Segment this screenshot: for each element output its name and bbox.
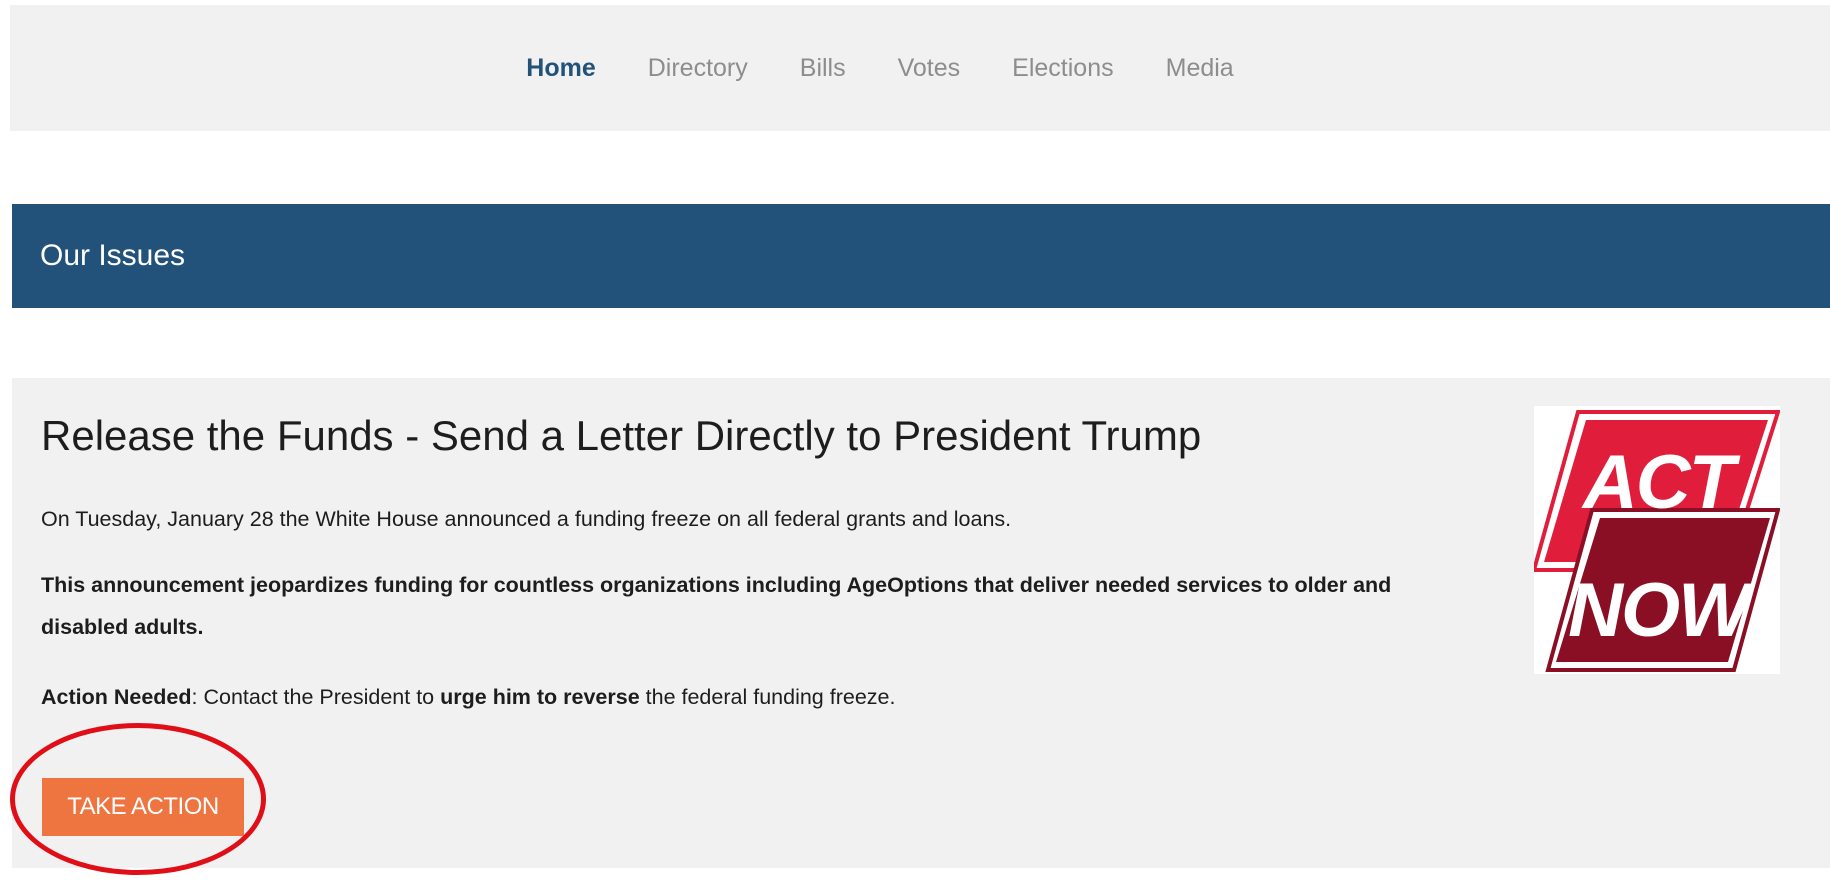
action-text-2: the federal funding freeze. <box>639 685 896 709</box>
nav-item-elections[interactable]: Elections <box>1012 54 1113 83</box>
badge-line-2: NOW <box>1568 568 1756 653</box>
action-needed-text: Action Needed: Contact the President to … <box>41 676 895 718</box>
nav-item-votes[interactable]: Votes <box>898 54 961 83</box>
section-banner: Our Issues <box>12 204 1830 308</box>
act-now-icon: ACT NOW <box>1531 410 1781 672</box>
take-action-button[interactable]: TAKE ACTION <box>42 778 244 836</box>
nav-item-directory[interactable]: Directory <box>648 54 748 83</box>
nav-list: Home Directory Bills Votes Elections Med… <box>10 5 1830 131</box>
action-emphasis: urge him to reverse <box>440 685 640 709</box>
issue-paragraph-2: This announcement jeopardizes funding fo… <box>41 573 1392 639</box>
nav-item-bills[interactable]: Bills <box>800 54 846 83</box>
issue-paragraph-1: On Tuesday, January 28 the White House a… <box>41 507 1012 531</box>
nav-item-home[interactable]: Home <box>526 54 595 83</box>
action-text-1: : Contact the President to <box>191 685 441 709</box>
top-navbar: Home Directory Bills Votes Elections Med… <box>10 5 1830 131</box>
section-title: Our Issues <box>40 239 186 272</box>
issue-title: Release the Funds - Send a Letter Direct… <box>41 412 1202 459</box>
badge-line-1: ACT <box>1581 440 1741 525</box>
nav-item-media[interactable]: Media <box>1166 54 1234 83</box>
action-needed-label: Action Needed <box>41 685 192 709</box>
page: Home Directory Bills Votes Elections Med… <box>0 0 1830 880</box>
act-now-badge: ACT NOW <box>1531 406 1781 674</box>
